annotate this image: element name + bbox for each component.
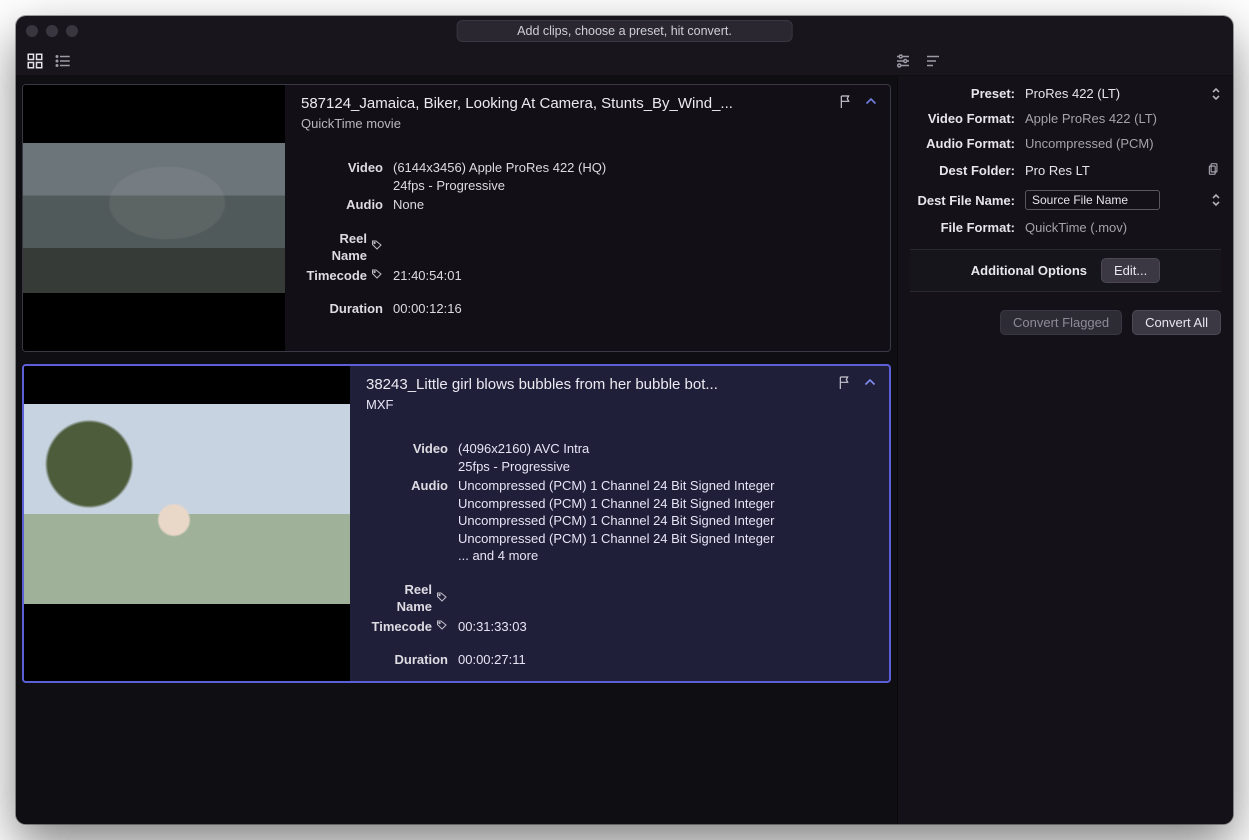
settings-panel: Preset: ProRes 422 (LT) Video Format: Ap… [898, 76, 1233, 824]
chevron-updown-icon[interactable] [1211, 87, 1221, 101]
preset-label: Preset: [910, 86, 1015, 101]
video-label: Video [366, 440, 458, 458]
additional-options-label: Additional Options [971, 263, 1087, 278]
preset-dropdown[interactable]: ProRes 422 (LT) [1025, 86, 1120, 101]
collapse-icon[interactable] [861, 374, 879, 395]
audio-more: ... and 4 more [458, 547, 775, 565]
clip-details: 587124_Jamaica, Biker, Looking At Camera… [285, 85, 890, 351]
window-controls [26, 25, 78, 37]
flag-icon[interactable] [837, 375, 853, 394]
reel-name-label: Reel Name [301, 230, 393, 265]
edit-button[interactable]: Edit... [1101, 258, 1160, 283]
collapse-icon[interactable] [862, 93, 880, 114]
video-fps: 25fps - Progressive [458, 458, 589, 476]
audio-label: Audio [366, 477, 458, 495]
audio-format-label: Audio Format: [910, 136, 1015, 151]
video-label: Video [301, 159, 393, 177]
convert-all-button[interactable]: Convert All [1132, 310, 1221, 335]
video-spec: (4096x2160) AVC Intra [458, 440, 589, 458]
audio-line: Uncompressed (PCM) 1 Channel 24 Bit Sign… [458, 512, 775, 530]
duration-label: Duration [366, 651, 458, 669]
clip-card[interactable]: 38243_Little girl blows bubbles from her… [22, 364, 891, 683]
video-format-label: Video Format: [910, 111, 1015, 126]
dest-folder-label: Dest Folder: [910, 163, 1015, 178]
preset-value: ProRes 422 (LT) [1025, 86, 1120, 101]
duration-label: Duration [301, 300, 393, 318]
chevron-updown-icon[interactable] [1211, 193, 1221, 207]
thumbnail [23, 85, 285, 351]
video-fps: 24fps - Progressive [393, 177, 606, 195]
zoom-window-button[interactable] [66, 25, 78, 37]
timecode-value: 00:31:33:03 [458, 618, 527, 636]
audio-format-value: Uncompressed (PCM) [1025, 136, 1221, 151]
clip-card[interactable]: 587124_Jamaica, Biker, Looking At Camera… [22, 84, 891, 352]
sort-button[interactable] [924, 52, 942, 70]
close-window-button[interactable] [26, 25, 38, 37]
audio-line: Uncompressed (PCM) 1 Channel 24 Bit Sign… [458, 495, 775, 513]
file-format-label: File Format: [910, 220, 1015, 235]
choose-folder-icon[interactable] [1207, 161, 1221, 180]
settings-sliders-button[interactable] [894, 52, 912, 70]
tag-icon [371, 267, 383, 285]
clip-container-type: MXF [366, 397, 875, 412]
dest-file-name-label: Dest File Name: [910, 193, 1015, 208]
thumbnail [24, 366, 350, 681]
titlebar: Add clips, choose a preset, hit convert. [16, 16, 1233, 46]
timecode-label: Timecode [366, 618, 458, 636]
clip-title: 38243_Little girl blows bubbles from her… [366, 376, 766, 393]
app-window: Add clips, choose a preset, hit convert. [16, 16, 1233, 824]
dest-folder-value: Pro Res LT [1025, 163, 1090, 178]
clips-list[interactable]: 587124_Jamaica, Biker, Looking At Camera… [16, 76, 898, 824]
audio-line: Uncompressed (PCM) 1 Channel 24 Bit Sign… [458, 477, 775, 495]
flag-icon[interactable] [838, 94, 854, 113]
timecode-value: 21:40:54:01 [393, 267, 462, 285]
content-area: 587124_Jamaica, Biker, Looking At Camera… [16, 76, 1233, 824]
reel-name-label: Reel Name [366, 581, 458, 616]
clip-details: 38243_Little girl blows bubbles from her… [350, 366, 889, 681]
dest-file-name-input[interactable] [1025, 190, 1160, 210]
file-format-value: QuickTime (.mov) [1025, 220, 1221, 235]
convert-flagged-button[interactable]: Convert Flagged [1000, 310, 1122, 335]
clip-container-type: QuickTime movie [301, 116, 876, 131]
titlebar-hint: Add clips, choose a preset, hit convert. [456, 20, 793, 42]
audio-spec: None [393, 196, 424, 214]
list-view-button[interactable] [54, 52, 72, 70]
timecode-label: Timecode [301, 267, 393, 285]
video-format-value: Apple ProRes 422 (LT) [1025, 111, 1221, 126]
audio-label: Audio [301, 196, 393, 214]
tag-icon [371, 238, 383, 256]
grid-view-button[interactable] [26, 52, 44, 70]
video-spec: (6144x3456) Apple ProRes 422 (HQ) [393, 159, 606, 177]
toolbar [16, 46, 1233, 76]
clip-title: 587124_Jamaica, Biker, Looking At Camera… [301, 95, 761, 112]
minimize-window-button[interactable] [46, 25, 58, 37]
duration-value: 00:00:27:11 [458, 651, 526, 669]
audio-line: Uncompressed (PCM) 1 Channel 24 Bit Sign… [458, 530, 775, 548]
tag-icon [436, 618, 448, 636]
additional-options-row: Additional Options Edit... [910, 249, 1221, 292]
tag-icon [436, 590, 448, 608]
duration-value: 00:00:12:16 [393, 300, 462, 318]
